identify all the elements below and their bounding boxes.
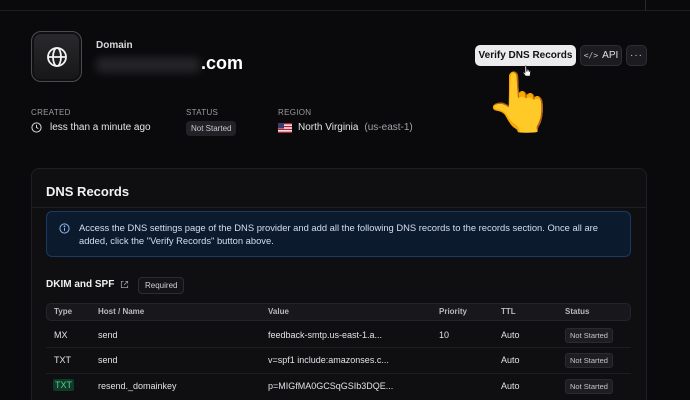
- region-name: North Virginia: [298, 122, 359, 133]
- info-icon: [59, 223, 70, 234]
- row-2-value[interactable]: v=spf1 include:amazonses.c...: [268, 355, 389, 365]
- external-link-icon[interactable]: [120, 280, 129, 289]
- column-header-value: Value: [268, 307, 289, 316]
- column-header-priority: Priority: [439, 307, 468, 316]
- more-options-button[interactable]: ···: [626, 45, 647, 66]
- pointing-hand-emoji: 👆: [484, 70, 557, 135]
- domain-label: Domain: [96, 40, 133, 51]
- required-badge: Required: [138, 277, 185, 294]
- row-1-ttl: Auto: [501, 330, 520, 340]
- dkim-spf-title: DKIM and SPF: [46, 279, 115, 290]
- row-3-host[interactable]: resend._domainkey: [98, 381, 177, 391]
- row-2-ttl: Auto: [501, 355, 520, 365]
- row-2-host[interactable]: send: [98, 355, 118, 365]
- created-label: CREATED: [31, 108, 71, 117]
- row-3-ttl: Auto: [501, 381, 520, 391]
- row-3-type-highlight: TXT: [53, 379, 74, 391]
- column-header-ttl: TTL: [501, 307, 516, 316]
- row-1-status-badge: Not Started: [565, 328, 613, 343]
- created-value: less than a minute ago: [31, 122, 151, 133]
- api-button[interactable]: </> API: [580, 45, 622, 66]
- region-label: REGION: [278, 108, 312, 117]
- row-1-type: MX: [54, 330, 68, 340]
- row-divider: [46, 373, 631, 374]
- top-border: [0, 10, 690, 11]
- info-text: Access the DNS settings page of the DNS …: [79, 222, 599, 246]
- region-code: (us-east-1): [364, 122, 413, 133]
- verify-dns-records-button[interactable]: Verify DNS Records: [475, 45, 576, 66]
- region-value: North Virginia (us-east-1): [278, 122, 413, 133]
- column-header-type: Type: [54, 307, 73, 316]
- domain-name: .com: [201, 53, 244, 73]
- globe-icon: [31, 31, 82, 82]
- row-1-value[interactable]: feedback-smtp.us-east-1.a...: [268, 330, 382, 340]
- created-text: less than a minute ago: [50, 122, 151, 133]
- clock-icon: [31, 122, 42, 133]
- row-1-priority: 10: [439, 330, 450, 340]
- dns-records-title: DNS Records: [46, 184, 130, 199]
- row-3-value[interactable]: p=MIGfMA0GCSqGSIb3DQE...: [268, 381, 393, 391]
- mouse-cursor-icon: [522, 65, 531, 77]
- status-label: STATUS: [186, 108, 219, 117]
- row-divider: [46, 347, 631, 348]
- row-2-status-badge: Not Started: [565, 353, 613, 368]
- api-button-label: API: [602, 50, 619, 61]
- code-icon: </>: [583, 51, 599, 60]
- column-header-status: Status: [565, 307, 590, 316]
- row-1-host[interactable]: send: [98, 330, 118, 340]
- row-3-status-badge: Not Started: [565, 379, 613, 394]
- column-header-host: Host / Name: [98, 307, 145, 316]
- row-2-type: TXT: [54, 355, 71, 365]
- panel-divider: [32, 207, 646, 208]
- domain-name-redacted: [96, 57, 200, 73]
- top-divider: [645, 0, 646, 10]
- status-badge: Not Started: [186, 121, 237, 136]
- row-3-type: TXT: [53, 379, 74, 391]
- us-flag-icon: [278, 122, 292, 133]
